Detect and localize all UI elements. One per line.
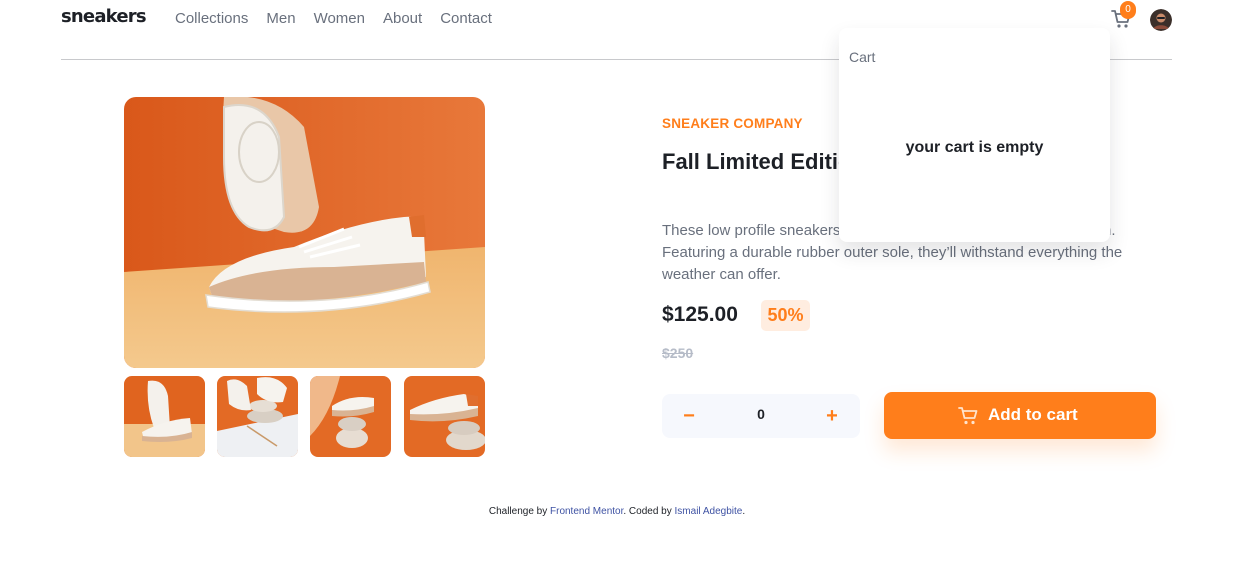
nav-men[interactable]: Men xyxy=(266,10,295,27)
thumbnail-2[interactable] xyxy=(217,376,298,457)
main-nav: Collections Men Women About Contact xyxy=(175,10,492,27)
nav-contact[interactable]: Contact xyxy=(440,10,492,27)
increase-quantity-button[interactable]: + xyxy=(818,402,846,430)
nav-about[interactable]: About xyxy=(383,10,422,27)
current-price: $125.00 xyxy=(662,303,738,326)
add-to-cart-label: Add to cart xyxy=(988,405,1078,424)
cart-empty-message: your cart is empty xyxy=(905,139,1044,156)
discount-badge: 50% xyxy=(761,300,810,331)
footer-suffix: . xyxy=(742,506,746,517)
footer-attribution: Challenge by Frontend Mentor. Coded by I… xyxy=(0,506,1234,517)
author-link[interactable]: Ismail Adegbite xyxy=(675,506,743,517)
add-to-cart-button[interactable]: Add to cart xyxy=(884,392,1156,439)
footer-prefix: Challenge by xyxy=(488,506,550,517)
thumbnail-3[interactable] xyxy=(310,376,391,457)
cart-dropdown: Cart your cart is empty xyxy=(839,28,1110,242)
thumbnail-1[interactable] xyxy=(124,376,205,457)
quantity-value: 0 xyxy=(757,406,765,422)
cart-count-badge: 0 xyxy=(1120,1,1136,19)
company-name: SNEAKER COMPANY xyxy=(662,116,803,131)
avatar[interactable] xyxy=(1150,9,1172,31)
footer-middle: . Coded by xyxy=(623,506,675,517)
original-price: $250 xyxy=(662,345,694,361)
nav-women[interactable]: Women xyxy=(314,10,365,27)
frontend-mentor-link[interactable]: Frontend Mentor xyxy=(550,506,623,517)
thumbnail-strip xyxy=(124,376,485,457)
decrease-quantity-button[interactable]: − xyxy=(675,402,703,430)
cart-icon xyxy=(958,407,978,425)
logo[interactable]: sneakers xyxy=(61,6,147,27)
cart-title: Cart xyxy=(849,49,876,65)
quantity-stepper: − 0 + xyxy=(662,394,860,438)
thumbnail-4[interactable] xyxy=(404,376,485,457)
main-product-image[interactable] xyxy=(124,97,485,368)
nav-collections[interactable]: Collections xyxy=(175,10,248,27)
